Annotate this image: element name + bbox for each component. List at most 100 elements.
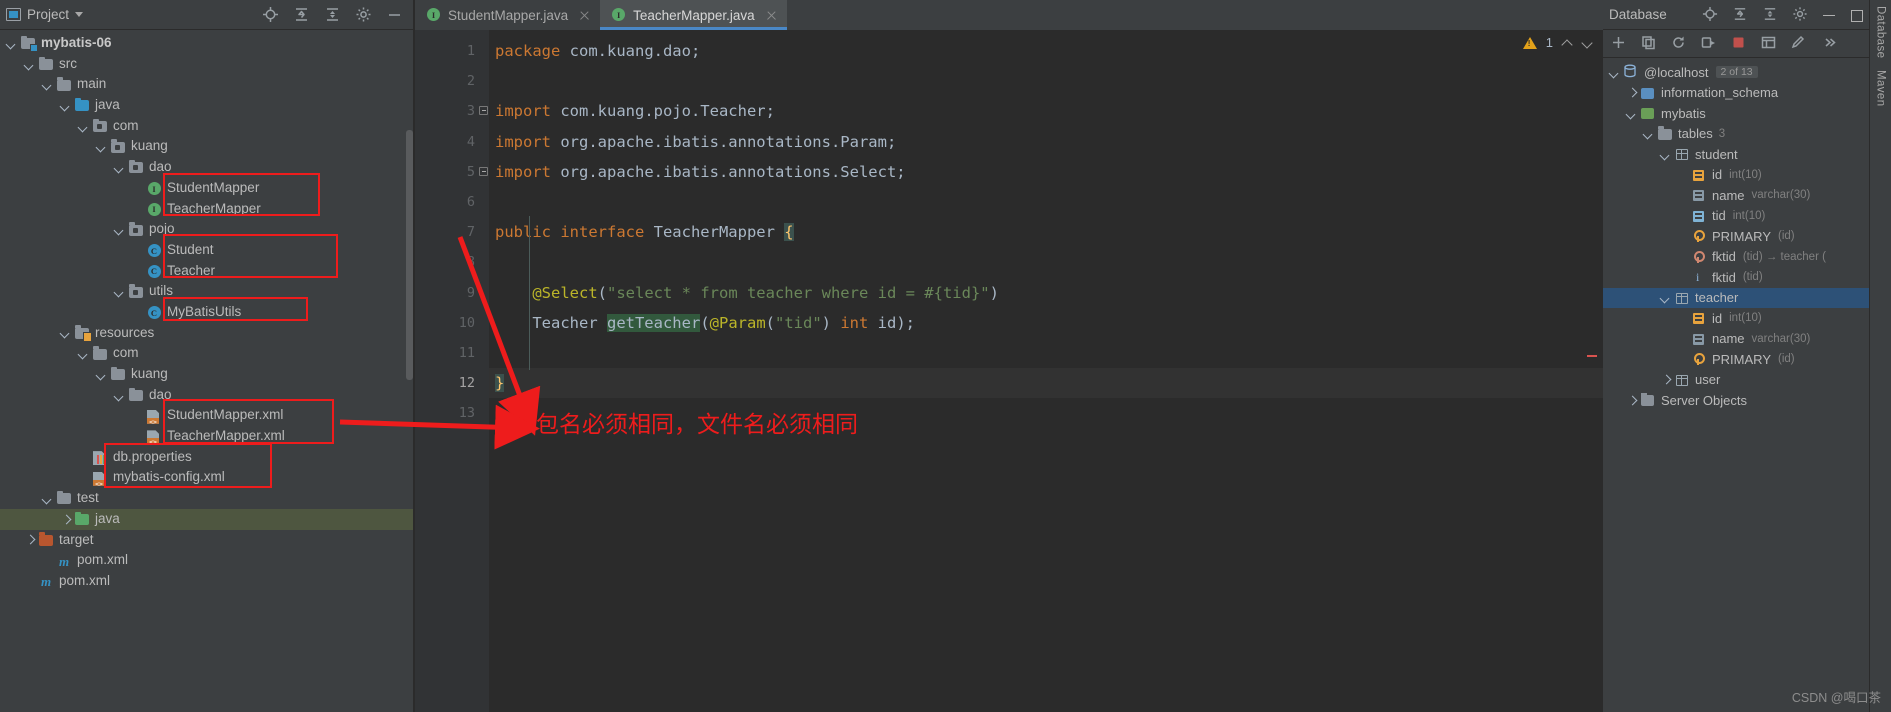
- project-tree-item[interactable]: C Teacher: [0, 261, 413, 282]
- locate-icon[interactable]: [1702, 6, 1719, 23]
- database-tree[interactable]: @localhost 2 of 13 information_schema mybat…: [1603, 58, 1869, 712]
- chevron-down-icon[interactable]: [1660, 292, 1671, 303]
- chevron-right-icon[interactable]: [1626, 87, 1637, 98]
- chevron-down-icon[interactable]: [78, 121, 89, 132]
- code-content[interactable]: package com.kuang.dao; import com.kuang.p…: [489, 30, 1603, 712]
- chevron-down-icon[interactable]: [24, 59, 35, 70]
- code-line[interactable]: [489, 398, 1603, 428]
- project-tree-item[interactable]: m pom.xml: [0, 571, 413, 592]
- database-tree-item[interactable]: name varchar(30): [1603, 185, 1869, 206]
- project-tree-item[interactable]: src: [0, 54, 413, 75]
- code-fold-icon[interactable]: [479, 106, 488, 116]
- database-tree-item[interactable]: PRIMARY (id): [1603, 226, 1869, 247]
- project-tree-item[interactable]: db.properties: [0, 447, 413, 468]
- project-tree-item[interactable]: java: [0, 95, 413, 116]
- line-number-gutter[interactable]: 1 2 3 4 5 6 7 8 9 10 11 12 13: [415, 30, 489, 712]
- database-tree-item[interactable]: user: [1603, 370, 1869, 391]
- code-line[interactable]: package com.kuang.dao;: [489, 36, 1603, 66]
- database-tree-item[interactable]: id int(10): [1603, 165, 1869, 186]
- editor-tab[interactable]: I StudentMapper.java: [415, 0, 600, 30]
- run-query-icon[interactable]: [1701, 35, 1718, 52]
- maximize-icon[interactable]: [1849, 8, 1863, 22]
- next-problem-icon[interactable]: [1582, 37, 1593, 48]
- editor-tab[interactable]: I TeacherMapper.java: [600, 0, 787, 30]
- project-tree-item[interactable]: StudentMapper.xml: [0, 405, 413, 426]
- chevron-down-icon[interactable]: [114, 162, 125, 173]
- previous-problem-icon[interactable]: [1562, 37, 1573, 48]
- chevron-down-icon[interactable]: [96, 141, 107, 152]
- database-tree-item[interactable]: teacher: [1603, 287, 1869, 308]
- code-line[interactable]: [489, 338, 1603, 368]
- project-tree-item[interactable]: mybatis-config.xml: [0, 467, 413, 488]
- database-tree-item[interactable]: name varchar(30): [1603, 329, 1869, 350]
- database-tree-item[interactable]: Server Objects: [1603, 390, 1869, 411]
- code-line[interactable]: public interface TeacherMapper {: [489, 217, 1603, 247]
- project-tree-item[interactable]: m pom.xml: [0, 550, 413, 571]
- edit-icon[interactable]: [1791, 35, 1808, 52]
- minimize-icon[interactable]: [1822, 8, 1836, 22]
- chevron-down-icon[interactable]: [96, 369, 107, 380]
- database-tree-item[interactable]: @localhost 2 of 13: [1603, 62, 1869, 83]
- expand-all-icon[interactable]: [324, 6, 341, 23]
- chevron-right-icon[interactable]: [1626, 395, 1637, 406]
- add-icon[interactable]: [1611, 35, 1628, 52]
- locate-icon[interactable]: [262, 6, 279, 23]
- chevron-down-icon[interactable]: [6, 38, 17, 49]
- refresh-icon[interactable]: [1671, 35, 1688, 52]
- editor-error-stripe-mark[interactable]: [1587, 355, 1597, 357]
- code-line[interactable]: @Select("select * from teacher where id …: [489, 278, 1603, 308]
- table-icon[interactable]: [1761, 35, 1778, 52]
- tool-button-maven[interactable]: Maven: [1875, 70, 1887, 107]
- project-tree-item[interactable]: test: [0, 488, 413, 509]
- code-editor[interactable]: 1 2 3 4 5 6 7 8 9 10 11 12 13 package com.kuang.dao;…: [415, 30, 1603, 712]
- more-icon[interactable]: [1821, 35, 1838, 52]
- project-tree-scrollbar[interactable]: [406, 130, 413, 380]
- code-line[interactable]: import com.kuang.pojo.Teacher;: [489, 96, 1603, 126]
- database-tree-item[interactable]: information_schema: [1603, 83, 1869, 104]
- code-line[interactable]: import org.apache.ibatis.annotations.Par…: [489, 127, 1603, 157]
- chevron-right-icon[interactable]: [24, 534, 35, 545]
- settings-gear-icon[interactable]: [355, 6, 372, 23]
- project-tree-item[interactable]: main: [0, 74, 413, 95]
- database-tree-item[interactable]: mybatis: [1603, 103, 1869, 124]
- close-icon[interactable]: [765, 9, 777, 21]
- chevron-down-icon[interactable]: [1609, 67, 1620, 78]
- code-line[interactable]: [489, 187, 1603, 217]
- project-tree-item[interactable]: utils: [0, 281, 413, 302]
- project-tree-item[interactable]: java: [0, 508, 413, 530]
- collapse-all-icon[interactable]: [1732, 6, 1749, 23]
- copy-icon[interactable]: [1641, 35, 1658, 52]
- project-tree-item[interactable]: dao: [0, 385, 413, 406]
- database-tree-item[interactable]: i fktid (tid): [1603, 267, 1869, 288]
- code-line[interactable]: }: [489, 368, 1603, 399]
- chevron-down-icon[interactable]: [114, 224, 125, 235]
- database-tree-item[interactable]: tables 3: [1603, 124, 1869, 145]
- chevron-down-icon[interactable]: [60, 327, 71, 338]
- stop-icon[interactable]: [1731, 35, 1748, 52]
- project-tree-item[interactable]: pojo: [0, 219, 413, 240]
- code-fold-icon[interactable]: [479, 166, 488, 176]
- database-tree-item[interactable]: id int(10): [1603, 308, 1869, 329]
- database-tree-item[interactable]: fktid (tid) → teacher (: [1603, 247, 1869, 268]
- chevron-down-icon[interactable]: [78, 348, 89, 359]
- database-tree-item[interactable]: PRIMARY (id): [1603, 349, 1869, 370]
- minimize-icon[interactable]: [386, 6, 403, 23]
- project-tree-item[interactable]: C MyBatisUtils: [0, 302, 413, 323]
- chevron-down-icon[interactable]: [1626, 108, 1637, 119]
- chevron-down-icon[interactable]: [1660, 149, 1671, 160]
- chevron-down-icon[interactable]: [42, 493, 53, 504]
- project-tree-item[interactable]: C Student: [0, 240, 413, 261]
- collapse-all-icon[interactable]: [293, 6, 310, 23]
- chevron-down-icon[interactable]: [114, 286, 125, 297]
- close-icon[interactable]: [578, 9, 590, 21]
- project-tree-item[interactable]: com: [0, 343, 413, 364]
- project-tree-item[interactable]: mybatis-06: [0, 33, 413, 54]
- project-title-group[interactable]: Project: [6, 7, 262, 22]
- expand-all-icon[interactable]: [1762, 6, 1779, 23]
- database-tree-item[interactable]: tid int(10): [1603, 206, 1869, 227]
- chevron-down-icon[interactable]: [60, 100, 71, 111]
- chevron-right-icon[interactable]: [1660, 374, 1671, 385]
- tool-button-database[interactable]: Database: [1875, 6, 1887, 58]
- project-tree-item[interactable]: dao: [0, 157, 413, 178]
- chevron-down-icon[interactable]: [1643, 128, 1654, 139]
